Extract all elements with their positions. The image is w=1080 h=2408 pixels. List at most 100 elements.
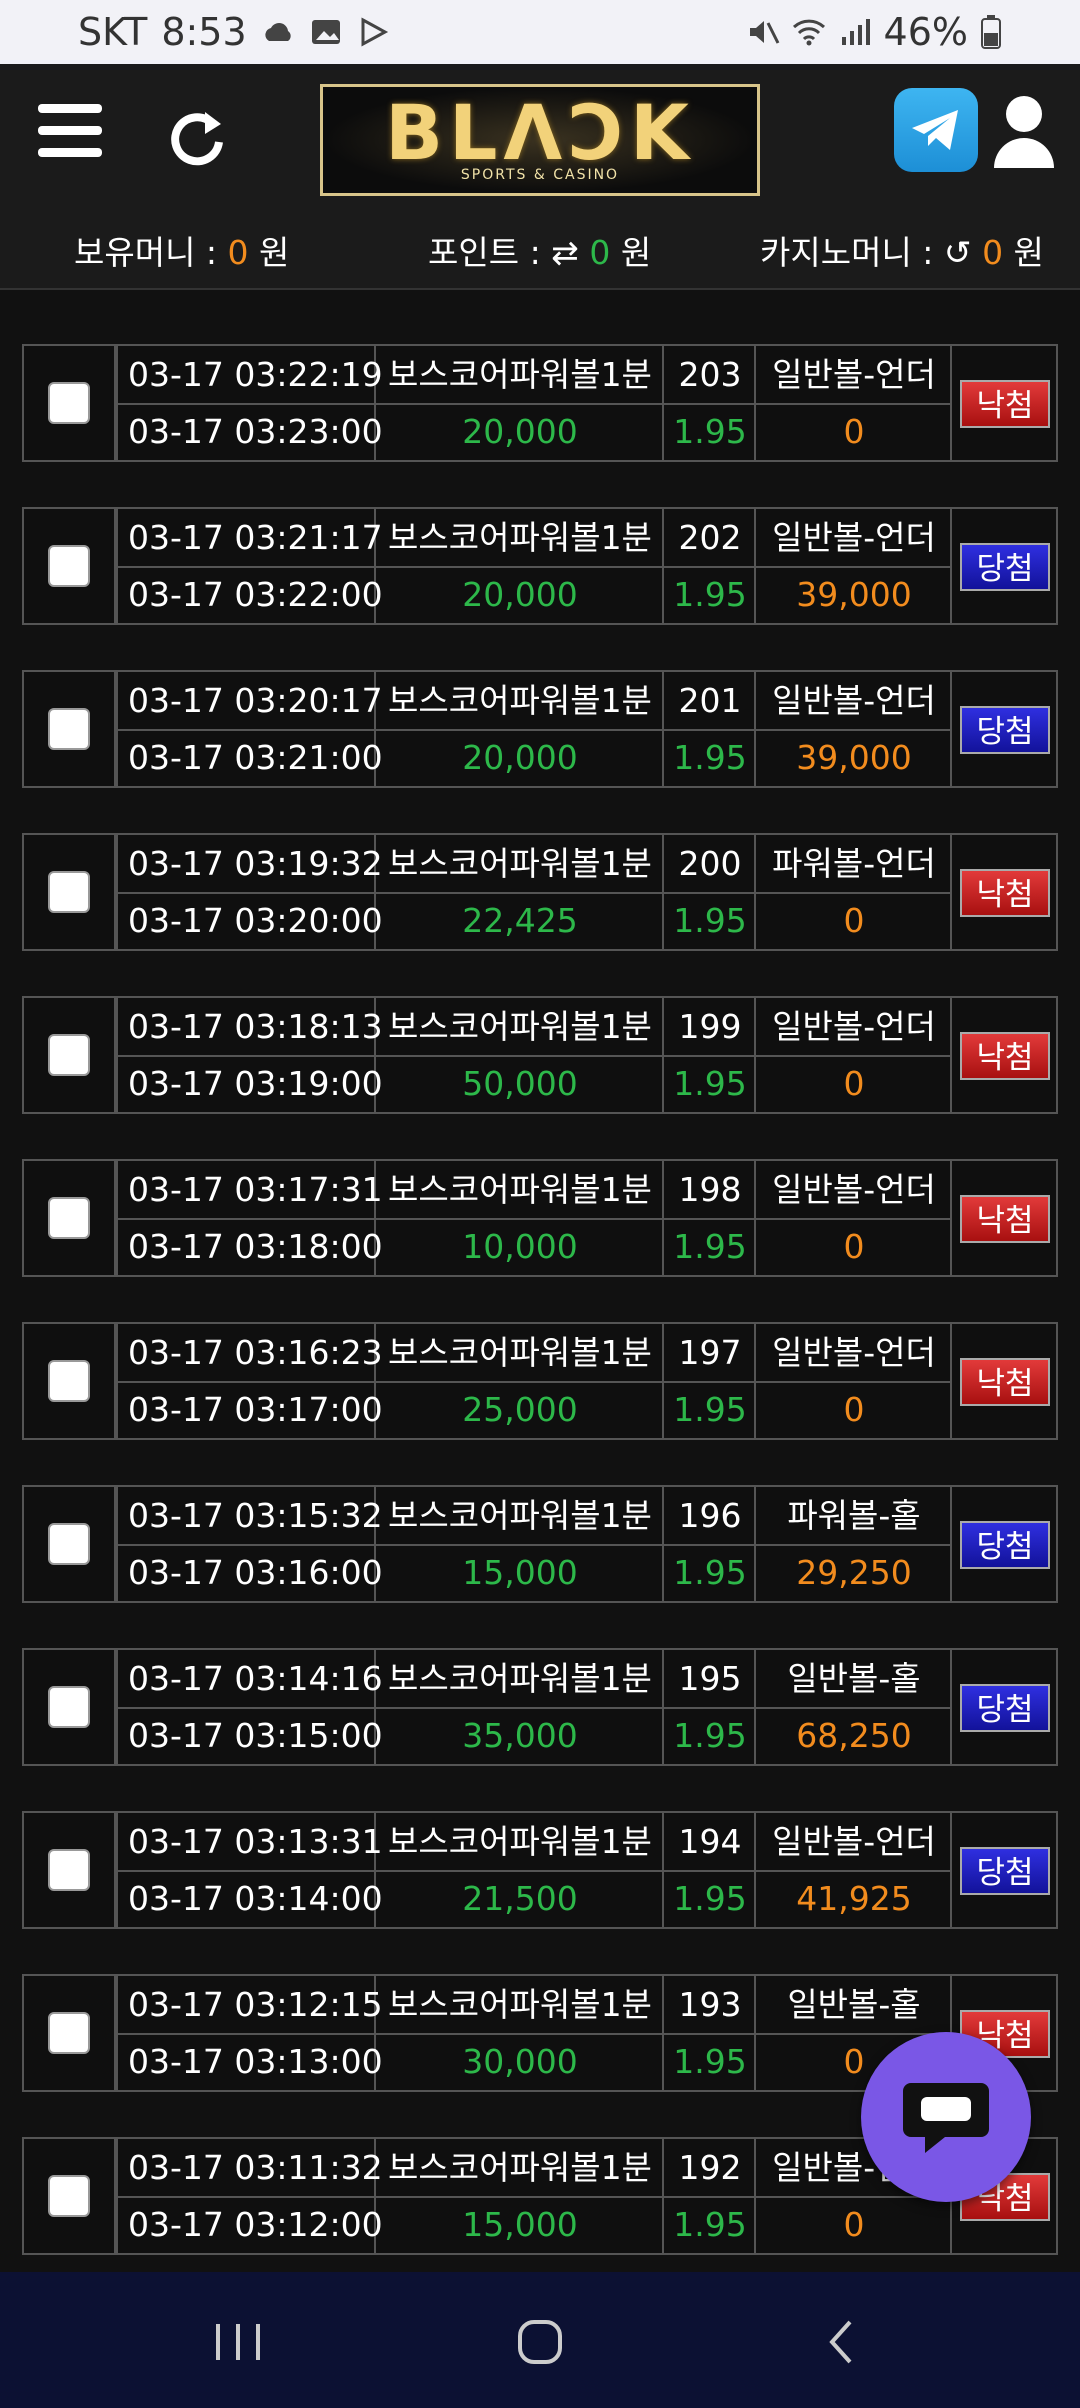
reload-icon[interactable]: ↺ <box>944 233 972 272</box>
draw-time: 03-17 03:16:00 <box>128 1553 383 1592</box>
draw-time: 03-17 03:12:00 <box>128 2205 383 2244</box>
row-checkbox[interactable] <box>48 1034 90 1076</box>
round-number: 203 <box>678 355 742 394</box>
odds: 1.95 <box>673 412 747 451</box>
bet-time: 03-17 03:17:31 <box>128 1170 383 1209</box>
home-icon[interactable] <box>510 2312 570 2372</box>
exchange-icon[interactable]: ⇄ <box>551 233 579 272</box>
bet-amount: 20,000 <box>462 575 578 614</box>
row-select-cell <box>24 1487 116 1601</box>
round-number: 197 <box>678 1333 742 1372</box>
odds: 1.95 <box>673 901 747 940</box>
chat-button[interactable] <box>861 2032 1031 2202</box>
round-number: 202 <box>678 518 742 557</box>
cloud-icon <box>265 23 291 41</box>
row-checkbox[interactable] <box>48 1197 90 1239</box>
row-checkbox[interactable] <box>48 382 90 424</box>
row-checkbox[interactable] <box>48 708 90 750</box>
table-row: 03-17 03:17:31 03-17 03:18:00 보스코어파워볼1분 10,… <box>22 1159 1058 1277</box>
bet-time: 03-17 03:21:17 <box>128 518 383 557</box>
game-name: 보스코어파워볼1분 <box>388 1822 652 1861</box>
bet-amount: 20,000 <box>462 738 578 777</box>
row-checkbox[interactable] <box>48 2175 90 2217</box>
bet-time: 03-17 03:20:17 <box>128 681 383 720</box>
game-name: 보스코어파워볼1분 <box>388 1659 652 1698</box>
status-badge[interactable]: 당첨 <box>960 543 1050 591</box>
row-select-cell <box>24 998 116 1112</box>
game-name: 보스코어파워볼1분 <box>388 355 652 394</box>
table-row: 03-17 03:18:13 03-17 03:19:00 보스코어파워볼1분 50,… <box>22 996 1058 1114</box>
bet-amount: 15,000 <box>462 1553 578 1592</box>
status-bar: SKT 8:53 46% <box>0 0 1080 64</box>
table-row: 03-17 03:22:19 03-17 03:23:00 보스코어파워볼1분 20,… <box>22 344 1058 462</box>
round-number: 200 <box>678 844 742 883</box>
row-select-cell <box>24 346 116 460</box>
battery-icon <box>981 15 1001 49</box>
status-badge[interactable]: 당첨 <box>960 1847 1050 1895</box>
menu-icon[interactable] <box>38 104 102 160</box>
status-badge[interactable]: 당첨 <box>960 1521 1050 1569</box>
status-badge[interactable]: 낙첨 <box>960 869 1050 917</box>
bet-pick: 일반볼-언더 <box>772 1170 936 1209</box>
mute-icon <box>749 21 779 44</box>
row-checkbox[interactable] <box>48 1360 90 1402</box>
game-name: 보스코어파워볼1분 <box>388 1333 652 1372</box>
draw-time: 03-17 03:17:00 <box>128 1390 383 1429</box>
table-row: 03-17 03:16:23 03-17 03:17:00 보스코어파워볼1분 25,… <box>22 1322 1058 1440</box>
casino-value: 0 <box>982 233 1004 272</box>
row-select-cell <box>24 1161 116 1275</box>
row-select-cell <box>24 509 116 623</box>
game-name: 보스코어파워볼1분 <box>388 1170 652 1209</box>
game-name: 보스코어파워볼1분 <box>388 1496 652 1535</box>
draw-time: 03-17 03:13:00 <box>128 2042 383 2081</box>
money-balance: 보유머니 : 0 원 <box>74 233 290 272</box>
row-select-cell <box>24 835 116 949</box>
status-badge[interactable]: 낙첨 <box>960 380 1050 428</box>
bet-time: 03-17 03:12:15 <box>128 1985 383 2024</box>
row-checkbox[interactable] <box>48 545 90 587</box>
round-number: 199 <box>678 1007 742 1046</box>
status-badge[interactable]: 낙첨 <box>960 1358 1050 1406</box>
bet-amount: 10,000 <box>462 1227 578 1266</box>
table-row: 03-17 03:13:31 03-17 03:14:00 보스코어파워볼1분 21,… <box>22 1811 1058 1929</box>
telegram-icon[interactable] <box>894 88 978 172</box>
bet-amount: 22,425 <box>462 901 578 940</box>
row-checkbox[interactable] <box>48 871 90 913</box>
bet-amount: 20,000 <box>462 412 578 451</box>
row-checkbox[interactable] <box>48 1686 90 1728</box>
payout-amount: 0 <box>843 901 865 940</box>
carrier-label: SKT <box>78 10 148 54</box>
odds: 1.95 <box>673 1390 747 1429</box>
row-select-cell <box>24 672 116 786</box>
status-badge[interactable]: 당첨 <box>960 1684 1050 1732</box>
refresh-icon[interactable] <box>165 104 229 168</box>
bet-time: 03-17 03:11:32 <box>128 2148 383 2187</box>
game-name: 보스코어파워볼1분 <box>388 518 652 557</box>
casino-balance: 카지노머니 : ↺ 0 원 <box>760 233 1044 272</box>
back-icon[interactable] <box>812 2312 872 2372</box>
bet-time: 03-17 03:19:32 <box>128 844 383 883</box>
recent-apps-icon[interactable] <box>208 2312 268 2372</box>
row-checkbox[interactable] <box>48 1523 90 1565</box>
payout-amount: 68,250 <box>796 1716 912 1755</box>
bet-pick: 일반볼-언더 <box>772 355 936 394</box>
row-checkbox[interactable] <box>48 2012 90 2054</box>
round-number: 198 <box>678 1170 742 1209</box>
status-badge[interactable]: 낙첨 <box>960 1195 1050 1243</box>
bet-pick: 파워볼-홀 <box>787 1496 921 1535</box>
status-badge[interactable]: 낙첨 <box>960 1032 1050 1080</box>
round-number: 196 <box>678 1496 742 1535</box>
table-row: 03-17 03:20:17 03-17 03:21:00 보스코어파워볼1분 20,… <box>22 670 1058 788</box>
game-name: 보스코어파워볼1분 <box>388 1007 652 1046</box>
site-logo[interactable]: BLΛƆK SPORTS & CASINO <box>320 84 760 196</box>
odds: 1.95 <box>673 1879 747 1918</box>
balance-bar: 보유머니 : 0 원 포인트 : ⇄ 0 원 카지노머니 : ↺ 0 원 <box>0 210 1080 290</box>
round-number: 194 <box>678 1822 742 1861</box>
status-badge[interactable]: 당첨 <box>960 706 1050 754</box>
bet-pick: 파워볼-언더 <box>772 844 936 883</box>
signal-icon <box>841 19 870 45</box>
game-name: 보스코어파워볼1분 <box>388 2148 652 2187</box>
app-header: BLΛƆK SPORTS & CASINO <box>0 64 1080 210</box>
row-checkbox[interactable] <box>48 1849 90 1891</box>
user-icon[interactable] <box>992 92 1056 172</box>
